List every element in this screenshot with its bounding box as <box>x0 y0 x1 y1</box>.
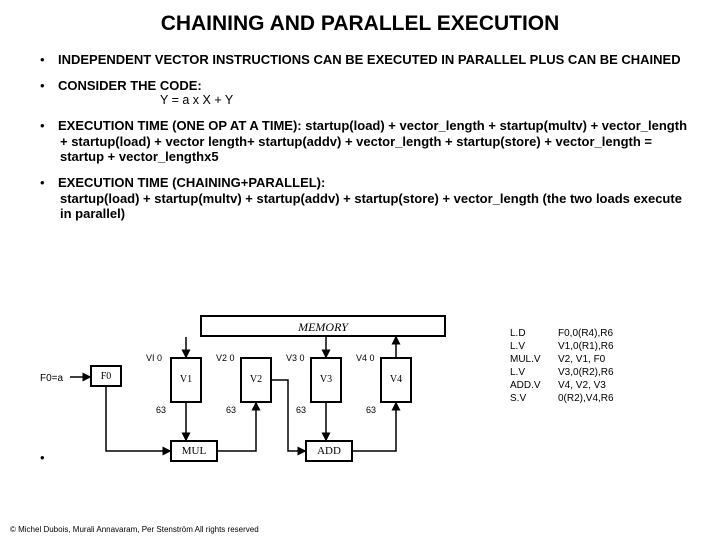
instr-row: L.VV1,0(R1),R6 <box>510 340 614 353</box>
instr-row: L.VV3,0(R2),R6 <box>510 366 614 379</box>
bullet-4: •EXECUTION TIME (CHAINING+PARALLEL): sta… <box>40 175 690 222</box>
bullet-1: •INDEPENDENT VECTOR INSTRUCTIONS CAN BE … <box>40 52 690 68</box>
instr-row: MUL.VV2, V1, F0 <box>510 353 614 366</box>
bullet-dot: • <box>40 175 58 191</box>
bullet-2: •CONSIDER THE CODE: <box>40 78 690 94</box>
v4-lbl: V4 0 <box>356 353 375 363</box>
reg-v1: V1 <box>170 357 202 403</box>
bullet-1-text: INDEPENDENT VECTOR INSTRUCTIONS CAN BE E… <box>58 52 681 67</box>
reg-v2: V2 <box>240 357 272 403</box>
bullet-list: •INDEPENDENT VECTOR INSTRUCTIONS CAN BE … <box>0 52 720 222</box>
bullet-2-text: CONSIDER THE CODE: <box>58 78 202 93</box>
reg-v3: V3 <box>310 357 342 403</box>
bullet-4-rest: startup(load) + startup(multv) + startup… <box>60 191 682 222</box>
pipeline-diagram: MEMORY F0=a F0 V1 V2 V3 V4 VI 0 V2 0 V3 … <box>40 315 680 485</box>
v3-lbl: V3 0 <box>286 353 305 363</box>
v2-63: 63 <box>226 405 236 415</box>
copyright: © Michel Dubois, Murali Annavaram, Per S… <box>10 525 259 534</box>
v4-63: 63 <box>366 405 376 415</box>
memory-box: MEMORY <box>200 315 446 337</box>
bullet-3-label: EXECUTION TIME (ONE OP AT A TIME): <box>58 118 302 133</box>
reg-v4: V4 <box>380 357 412 403</box>
instr-row: L.DF0,0(R4),R6 <box>510 327 614 340</box>
bullet-dot: • <box>40 118 58 134</box>
v3-63: 63 <box>296 405 306 415</box>
instr-row: ADD.VV4, V2, V3 <box>510 379 614 392</box>
mul-box: MUL <box>170 440 218 462</box>
bullet-3: •EXECUTION TIME (ONE OP AT A TIME): star… <box>40 118 690 165</box>
bullet-dot: • <box>40 78 58 94</box>
v1-lbl: VI 0 <box>146 353 162 363</box>
bullet-2-sub: Y = a x X + Y <box>40 93 690 108</box>
slide-title: CHAINING AND PARALLEL EXECUTION <box>0 0 720 42</box>
bullet-dot: • <box>40 52 58 68</box>
lone-bullet: • <box>40 450 45 465</box>
bullet-4-label: EXECUTION TIME (CHAINING+PARALLEL): <box>58 175 325 190</box>
instr-row: S.V0(R2),V4,R6 <box>510 392 614 405</box>
instruction-list: L.DF0,0(R4),R6 L.VV1,0(R1),R6 MUL.VV2, V… <box>510 327 614 405</box>
add-box: ADD <box>305 440 353 462</box>
v1-63: 63 <box>156 405 166 415</box>
v2-lbl: V2 0 <box>216 353 235 363</box>
reg-f0: F0 <box>90 365 122 387</box>
f0a-label: F0=a <box>40 373 63 384</box>
